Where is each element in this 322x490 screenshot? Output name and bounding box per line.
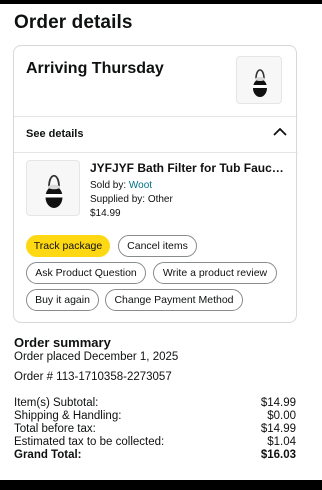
summary-value: $16.03	[260, 449, 296, 461]
see-details-toggle[interactable]: See details	[14, 116, 298, 152]
summary-value: $14.99	[260, 423, 296, 435]
sold-by-label: Sold by:	[90, 180, 129, 191]
summary-row-grand-total: Grand Total: $16.03	[14, 449, 296, 461]
sold-by: Sold by: Woot	[90, 180, 152, 191]
summary-row-before-tax: Total before tax: $14.99	[14, 423, 296, 435]
summary-row-shipping: Shipping & Handling: $0.00	[14, 410, 296, 422]
summary-value: $0.00	[267, 410, 296, 422]
order-number: Order # 113-1710358-2273057	[14, 371, 172, 383]
order-placed-date: Order placed December 1, 2025	[14, 351, 179, 363]
summary-label: Item(s) Subtotal:	[14, 397, 99, 409]
write-review-button[interactable]: Write a product review	[153, 262, 277, 284]
navigation-bar	[0, 480, 322, 490]
page-title: Order details	[14, 12, 133, 33]
summary-label: Total before tax:	[14, 423, 96, 435]
summary-label: Grand Total:	[14, 449, 82, 461]
delivery-status: Arriving Thursday	[26, 60, 164, 77]
track-package-button[interactable]: Track package	[26, 235, 110, 257]
supplied-by: Supplied by: Other	[90, 194, 173, 205]
see-details-label: See details	[26, 128, 84, 140]
seller-link[interactable]: Woot	[129, 180, 152, 191]
status-bar	[0, 0, 322, 4]
summary-label: Shipping & Handling:	[14, 410, 122, 422]
divider	[14, 152, 298, 153]
summary-row-subtotal: Item(s) Subtotal: $14.99	[14, 397, 296, 409]
product-price: $14.99	[90, 208, 121, 219]
cancel-items-button[interactable]: Cancel items	[118, 235, 197, 257]
summary-row-tax: Estimated tax to be collected: $1.04	[14, 436, 296, 448]
delivery-product-image[interactable]	[236, 56, 282, 104]
order-card: Arriving Thursday See details JYFJYF Bat…	[13, 45, 298, 323]
summary-value: $14.99	[260, 397, 296, 409]
buy-again-button[interactable]: Buy it again	[26, 289, 99, 311]
summary-value: $1.04	[267, 436, 296, 448]
chevron-up-icon[interactable]	[270, 122, 290, 142]
bath-filter-icon	[253, 69, 267, 97]
product-image[interactable]	[26, 160, 80, 216]
change-payment-method-button[interactable]: Change Payment Method	[105, 289, 243, 311]
summary-label: Estimated tax to be collected:	[14, 436, 165, 448]
product-title[interactable]: JYFJYF Bath Filter for Tub Faucet...	[90, 161, 290, 175]
bath-filter-icon	[45, 174, 63, 208]
order-summary-title: Order summary	[14, 335, 111, 350]
ask-product-question-button[interactable]: Ask Product Question	[26, 262, 146, 284]
